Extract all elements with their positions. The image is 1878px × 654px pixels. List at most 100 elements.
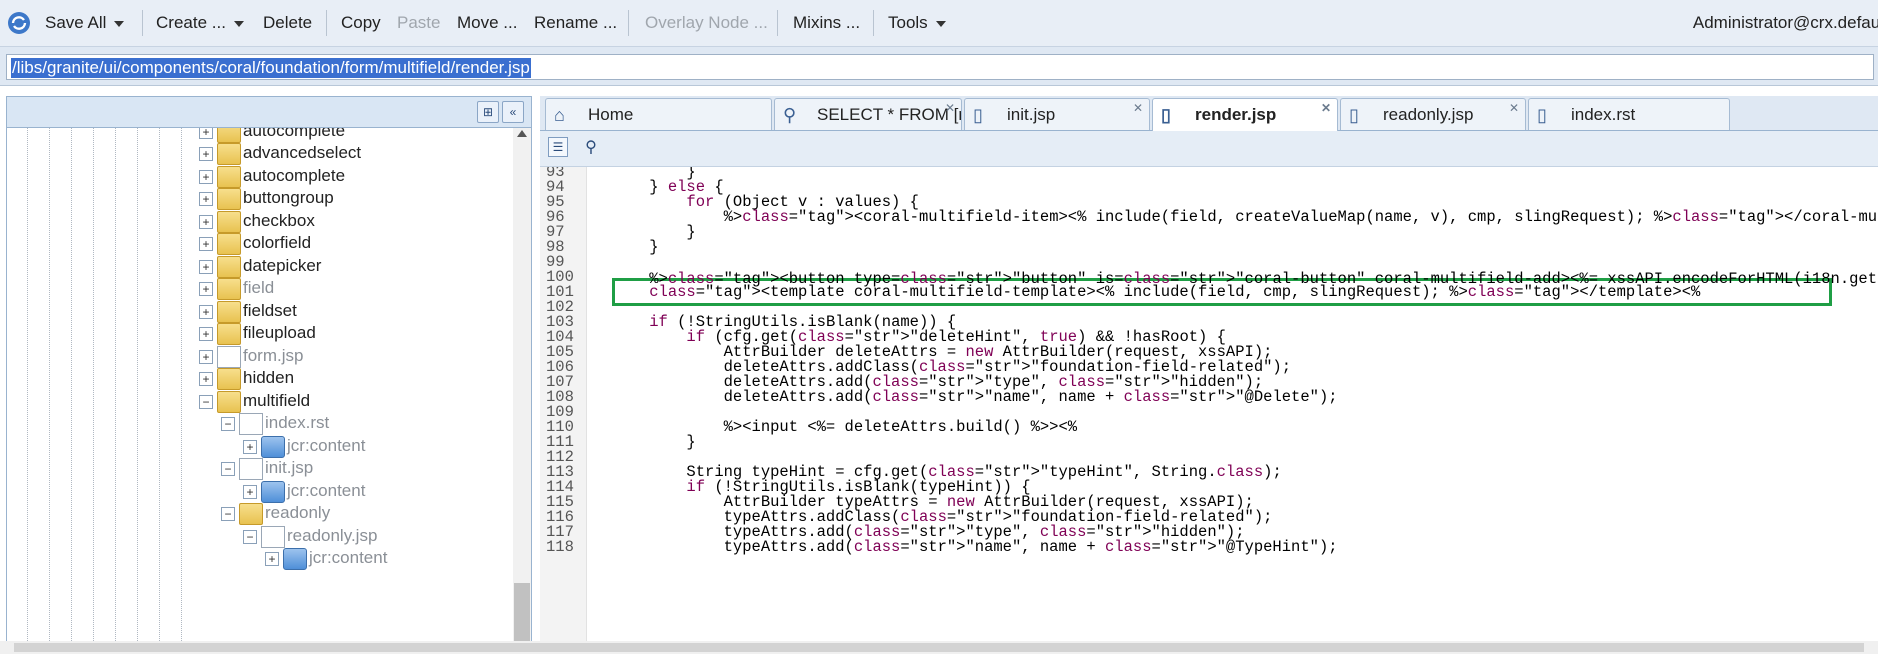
save-all-button[interactable]: Save All (45, 13, 125, 33)
tree-scrollbar[interactable] (513, 128, 531, 647)
tab-render-jsp[interactable]: ▯ render.jsp ✕ (1152, 98, 1338, 131)
tab-index-rst[interactable]: ▯ index.rst (1528, 98, 1730, 130)
collapse-all-icon[interactable]: ⊞ (477, 101, 499, 123)
tree-node-label: fieldset (243, 301, 297, 320)
expand-icon[interactable]: + (199, 327, 213, 341)
main-toolbar: Save All Create ... Delete Copy Paste Mo… (0, 0, 1878, 47)
code-editor[interactable]: 93 94 95 96 97 98 99 100 101 102 103 104 105 106 107 10… (540, 167, 1878, 646)
chevron-down-icon (935, 20, 946, 27)
tab-home[interactable]: ⌂ Home (545, 98, 772, 130)
expand-icon[interactable]: + (243, 485, 257, 499)
file-icon: ▯ (1161, 105, 1171, 125)
path-input-value: /libs/granite/ui/components/coral/founda… (11, 58, 531, 78)
collapse-icon[interactable]: − (199, 395, 213, 409)
tree-node-label: datepicker (243, 256, 322, 275)
file-icon (239, 413, 263, 435)
expand-icon[interactable]: + (199, 237, 213, 251)
scrollbar-thumb[interactable] (514, 583, 530, 647)
tab-label: readonly.jsp (1383, 105, 1474, 124)
folder-icon (217, 278, 241, 300)
repository-tree: + autocomplete + advancedselect + autocomplet… (7, 128, 511, 647)
folder-icon (217, 166, 241, 188)
chevron-down-icon (114, 20, 125, 27)
scrollbar-thumb[interactable] (14, 643, 1864, 652)
double-chevron-left-icon[interactable]: « (502, 101, 524, 123)
collapse-icon[interactable]: − (243, 530, 257, 544)
collapse-icon[interactable]: − (221, 417, 235, 431)
expand-icon[interactable]: + (199, 147, 213, 161)
tree-node-label: fileupload (243, 323, 316, 342)
toolbar-divider (326, 10, 327, 36)
rename-button[interactable]: Rename ... (534, 13, 617, 33)
folder-icon (217, 188, 241, 210)
folder-icon (239, 503, 263, 525)
expand-icon[interactable]: + (199, 282, 213, 296)
user-menu[interactable]: Administrator@crx.defaul (1693, 13, 1878, 33)
expand-icon[interactable]: + (199, 350, 213, 364)
file-icon (261, 526, 285, 548)
tab-label: SELECT * FROM [nt:b (817, 105, 961, 124)
mixins-button[interactable]: Mixins ... (793, 13, 860, 33)
toolbar-divider (142, 10, 143, 36)
folder-icon (217, 233, 241, 255)
move-button[interactable]: Move ... (457, 13, 517, 33)
expand-icon[interactable]: + (265, 552, 279, 566)
tree-node-label: index.rst (265, 413, 330, 432)
tab-select-from-nt-b[interactable]: ⚲ SELECT * FROM [nt:b✕ (774, 98, 962, 130)
tree-panel-header: ⊞ « (7, 97, 531, 128)
collapse-icon[interactable]: − (221, 462, 235, 476)
tree-node-label: field (243, 278, 275, 297)
folder-icon (217, 128, 241, 143)
tab-readonly-jsp[interactable]: ▯ readonly.jsp ✕ (1340, 98, 1526, 130)
scroll-up-icon[interactable] (517, 130, 527, 137)
tree-node-label: checkbox (243, 211, 315, 230)
copy-button[interactable]: Copy (341, 13, 381, 33)
expand-icon[interactable]: + (199, 305, 213, 319)
folder-icon (217, 323, 241, 345)
close-icon[interactable]: ✕ (1133, 101, 1143, 115)
expand-icon[interactable]: + (199, 128, 213, 139)
outline-icon[interactable]: ☰ (548, 137, 568, 157)
folder-icon (217, 256, 241, 278)
overlay-node-button[interactable]: Overlay Node ... (645, 13, 768, 33)
tree-node-label: jcr:content (287, 481, 366, 500)
collapse-icon[interactable]: − (221, 507, 235, 521)
file-icon: ▯ (973, 105, 983, 125)
tools-menu[interactable]: Tools (888, 13, 946, 33)
node-icon (261, 436, 285, 458)
tree-node-label: form.jsp (243, 346, 304, 365)
tree-node-label: readonly (265, 503, 331, 522)
home-icon: ⌂ (554, 105, 565, 125)
file-icon (217, 346, 241, 368)
create-button[interactable]: Create ... (156, 13, 244, 33)
refresh-logo-icon[interactable] (6, 10, 32, 36)
expand-icon[interactable]: + (199, 170, 213, 184)
folder-icon (217, 391, 241, 413)
toolbar-divider (777, 10, 778, 36)
editor-toolbar: ☰ ⚲ (540, 131, 1878, 167)
close-icon[interactable]: ✕ (1321, 101, 1331, 115)
paste-button[interactable]: Paste (397, 13, 440, 33)
tree-node-label: colorfield (243, 233, 312, 252)
search-icon: ⚲ (783, 105, 797, 125)
expand-icon[interactable]: + (199, 372, 213, 386)
tree-node-label: multifield (243, 391, 311, 410)
path-input[interactable]: /libs/granite/ui/components/coral/founda… (6, 54, 1874, 80)
code-line: } (612, 238, 659, 256)
delete-button[interactable]: Delete (263, 13, 312, 33)
close-icon[interactable]: ✕ (945, 101, 955, 115)
code-line: deleteAttrs.add(class="str">"name", name… (612, 388, 1338, 406)
tree-node-label: autocomplete (243, 166, 346, 185)
close-icon[interactable]: ✕ (1509, 101, 1519, 115)
code-line: typeAttrs.add(class="str">"name", name +… (612, 538, 1338, 556)
expand-icon[interactable]: + (199, 215, 213, 229)
expand-icon[interactable]: + (243, 440, 257, 454)
folder-icon (217, 301, 241, 323)
binoculars-icon[interactable]: ⚲ (580, 137, 602, 159)
tab-init-jsp[interactable]: ▯ init.jsp ✕ (964, 98, 1150, 130)
horizontal-scrollbar[interactable] (0, 641, 1878, 654)
toolbar-divider (628, 10, 629, 36)
tree-node-label: autocomplete (243, 128, 346, 140)
expand-icon[interactable]: + (199, 260, 213, 274)
expand-icon[interactable]: + (199, 192, 213, 206)
